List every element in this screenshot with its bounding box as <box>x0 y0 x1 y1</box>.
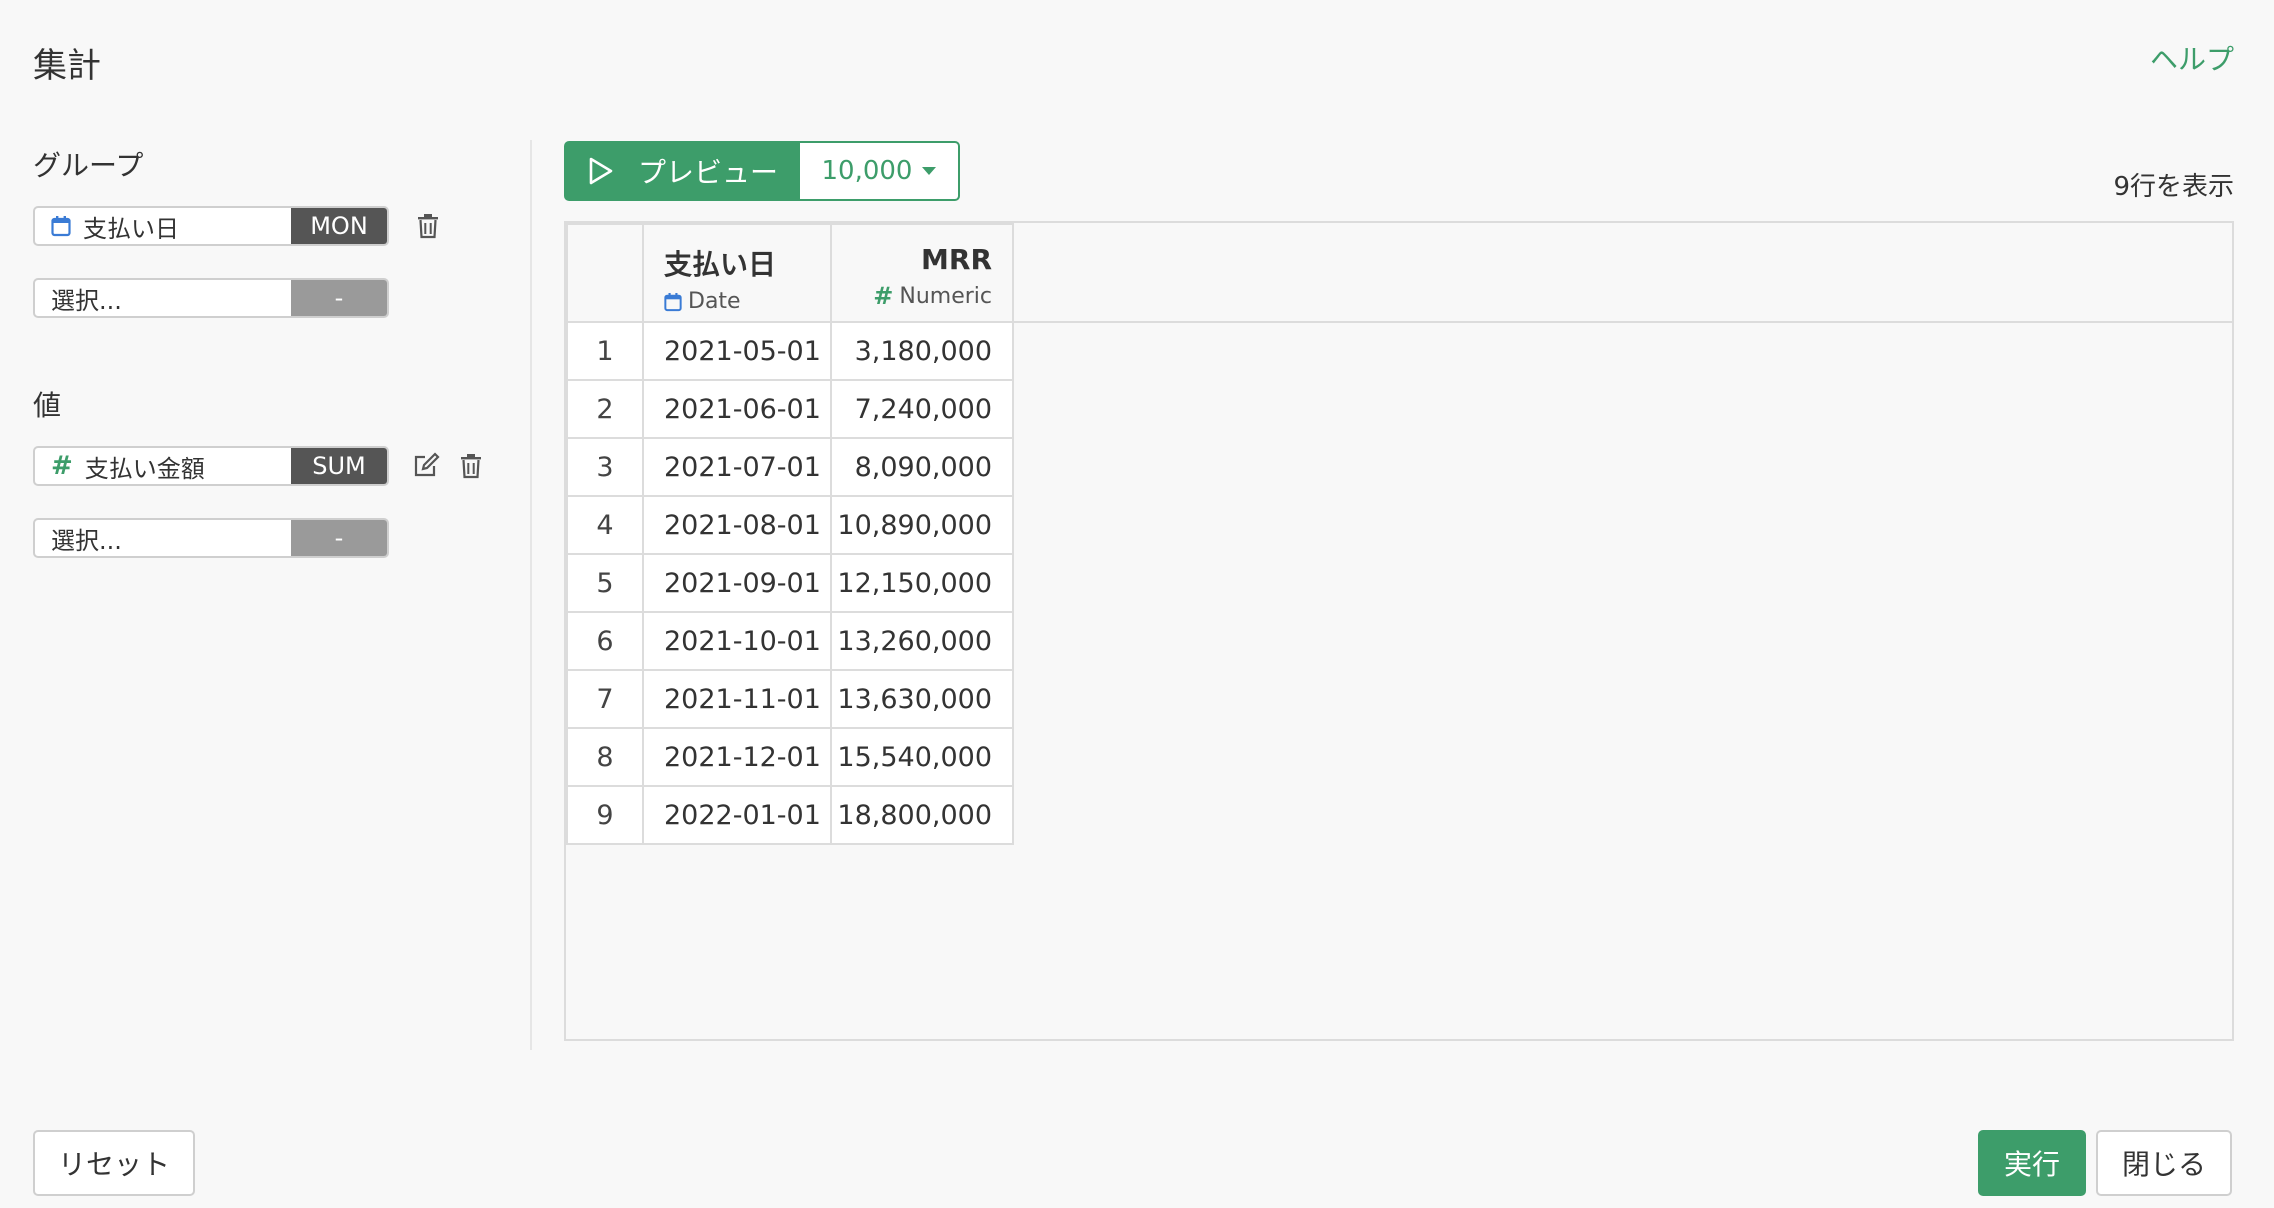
cell-mrr: 15,540,000 <box>830 727 1014 787</box>
edit-value-icon[interactable] <box>410 448 444 482</box>
cell-mrr: 7,240,000 <box>830 379 1014 439</box>
table-row: 6 2021-10-01 13,260,000 <box>566 611 1014 671</box>
cell-date: 2021-08-01 <box>642 495 832 555</box>
numeric-hash-icon: # <box>873 282 894 310</box>
group-agg-selector[interactable]: MON <box>291 208 387 244</box>
value-add-select[interactable]: 選択... - <box>33 518 389 558</box>
value-empty-agg[interactable]: - <box>291 520 387 556</box>
cell-date: 2021-12-01 <box>642 727 832 787</box>
group-field-name: 支払い日 <box>83 214 179 243</box>
cell-date: 2021-06-01 <box>642 379 832 439</box>
run-button[interactable]: 実行 <box>1978 1130 2086 1196</box>
calendar-icon <box>51 215 71 237</box>
cell-date: 2021-09-01 <box>642 553 832 613</box>
cell-mrr: 13,630,000 <box>830 669 1014 729</box>
table-row: 3 2021-07-01 8,090,000 <box>566 437 1014 497</box>
chevron-down-icon <box>922 167 937 175</box>
group-select-placeholder: 選択... <box>51 286 122 315</box>
column-header-date[interactable]: 支払い日 Date <box>642 223 832 323</box>
cell-date: 2021-10-01 <box>642 611 832 671</box>
group-section-label: グループ <box>33 149 144 182</box>
header-divider <box>1012 321 2232 323</box>
row-index: 3 <box>566 437 644 497</box>
value-agg-selector[interactable]: SUM <box>291 448 387 484</box>
play-icon <box>589 157 613 185</box>
column-type: Numeric <box>899 283 992 309</box>
cell-date: 2022-01-01 <box>642 785 832 845</box>
numeric-hash-icon: # <box>51 451 73 481</box>
cell-date: 2021-11-01 <box>642 669 832 729</box>
page-title: 集計 <box>33 46 101 86</box>
row-index: 9 <box>566 785 644 845</box>
row-index: 6 <box>566 611 644 671</box>
reset-button[interactable]: リセット <box>33 1130 195 1196</box>
group-empty-agg[interactable]: - <box>291 280 387 316</box>
row-index: 1 <box>566 321 644 381</box>
cell-mrr: 12,150,000 <box>830 553 1014 613</box>
value-field-name: 支払い金額 <box>84 454 205 483</box>
row-count-text: 9行を表示 <box>2113 172 2234 202</box>
cell-mrr: 10,890,000 <box>830 495 1014 555</box>
cell-mrr: 8,090,000 <box>830 437 1014 497</box>
preview-table: 支払い日 Date MRR # Numeric 1 2021-05-01 3,1… <box>564 221 2234 1041</box>
value-field-chip[interactable]: # 支払い金額 SUM <box>33 446 389 486</box>
preview-label: プレビュー <box>638 156 779 189</box>
row-index: 5 <box>566 553 644 613</box>
cell-date: 2021-05-01 <box>642 321 832 381</box>
delete-value-icon[interactable] <box>455 449 487 483</box>
table-row: 1 2021-05-01 3,180,000 <box>566 321 1014 381</box>
row-index: 4 <box>566 495 644 555</box>
column-name: 支払い日 <box>664 248 777 281</box>
table-row: 4 2021-08-01 10,890,000 <box>566 495 1014 555</box>
value-select-placeholder: 選択... <box>51 526 122 555</box>
help-link[interactable]: ヘルプ <box>2150 38 2234 78</box>
table-header-row: 支払い日 Date MRR # Numeric <box>566 223 1014 323</box>
calendar-icon <box>664 292 682 312</box>
panel-divider <box>530 140 532 1050</box>
row-index-header <box>566 223 644 323</box>
table-row: 2 2021-06-01 7,240,000 <box>566 379 1014 439</box>
table-row: 5 2021-09-01 12,150,000 <box>566 553 1014 613</box>
group-add-select[interactable]: 選択... - <box>33 278 389 318</box>
cell-mrr: 13,260,000 <box>830 611 1014 671</box>
table-row: 7 2021-11-01 13,630,000 <box>566 669 1014 729</box>
row-limit-value: 10,000 <box>821 156 913 186</box>
row-index: 7 <box>566 669 644 729</box>
values-section-label: 値 <box>33 389 62 422</box>
cell-mrr: 18,800,000 <box>830 785 1014 845</box>
delete-group-icon[interactable] <box>412 209 444 243</box>
row-limit-dropdown[interactable]: 10,000 <box>800 141 960 201</box>
cell-mrr: 3,180,000 <box>830 321 1014 381</box>
row-index: 2 <box>566 379 644 439</box>
column-name: MRR <box>921 243 992 276</box>
table-row: 8 2021-12-01 15,540,000 <box>566 727 1014 787</box>
preview-button[interactable]: プレビュー <box>564 141 800 201</box>
column-header-mrr[interactable]: MRR # Numeric <box>830 223 1014 323</box>
close-button[interactable]: 閉じる <box>2096 1130 2232 1196</box>
row-index: 8 <box>566 727 644 787</box>
group-field-chip[interactable]: 支払い日 MON <box>33 206 389 246</box>
cell-date: 2021-07-01 <box>642 437 832 497</box>
table-row: 9 2022-01-01 18,800,000 <box>566 785 1014 845</box>
column-type: Date <box>688 289 741 314</box>
